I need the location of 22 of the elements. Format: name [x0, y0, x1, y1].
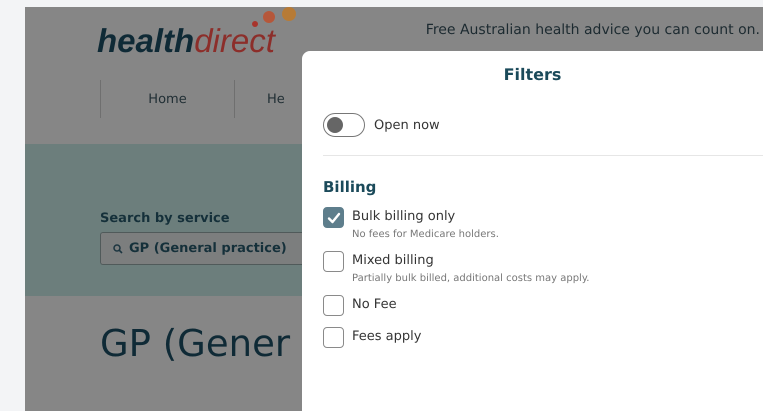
- tagline: Free Australian health advice you can count on.: [426, 22, 761, 38]
- section-heading: Billing: [323, 178, 378, 196]
- option-label: Mixed billing: [352, 252, 435, 270]
- checkbox[interactable]: [323, 327, 344, 348]
- page-title: GP (Gener: [100, 322, 290, 365]
- nav-link[interactable]: Home: [100, 80, 234, 118]
- search-icon: [113, 244, 123, 254]
- checkbox[interactable]: [323, 251, 344, 272]
- check-icon: [326, 212, 340, 224]
- option-description: Partially bulk billed, additional costs may apply.: [352, 273, 590, 284]
- search-label: Search by service: [100, 211, 230, 226]
- search-field[interactable]: GP (General practice): [100, 232, 302, 265]
- toggle-label: Open now: [374, 118, 440, 132]
- checkbox[interactable]: [323, 295, 344, 316]
- checkbox[interactable]: [323, 207, 344, 228]
- option-label: Fees apply: [352, 328, 422, 346]
- option-label: Bulk billing only: [352, 208, 456, 226]
- option-description: No fees for Medicare holders.: [352, 229, 499, 240]
- logo[interactable]: healthdirect: [97, 7, 305, 61]
- option-label: No Fee: [352, 296, 397, 314]
- panel-title: Filters: [502, 65, 562, 84]
- toggle-switch[interactable]: [323, 113, 365, 137]
